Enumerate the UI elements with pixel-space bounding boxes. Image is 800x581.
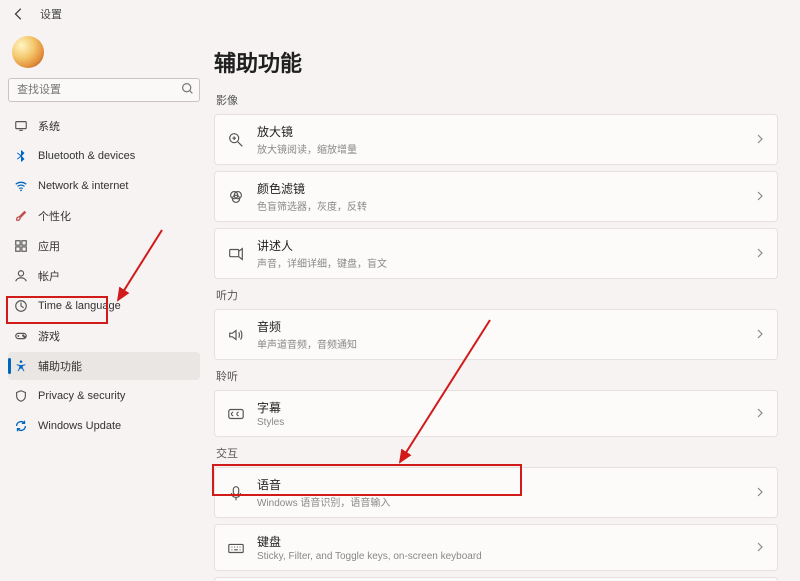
accessibility-icon: [14, 359, 28, 373]
card-keyboard[interactable]: 键盘 Sticky, Filter, and Toggle keys, on-s…: [214, 524, 778, 571]
chevron-right-icon: [755, 326, 765, 344]
card-title: 讲述人: [257, 237, 387, 254]
chevron-right-icon: [755, 405, 765, 423]
narrator-icon: [227, 245, 245, 263]
nav-label: Time & language: [38, 300, 121, 312]
audio-icon: [227, 326, 245, 344]
back-button[interactable]: [12, 7, 26, 21]
nav-time-language[interactable]: Time & language: [8, 292, 200, 320]
captions-icon: [227, 405, 245, 423]
card-sub: Sticky, Filter, and Toggle keys, on-scre…: [257, 551, 482, 562]
chevron-right-icon: [755, 245, 765, 263]
chevron-right-icon: [755, 539, 765, 557]
card-color-filters[interactable]: 颜色滤镜 色盲筛选器，灰度，反转: [214, 171, 778, 222]
system-icon: [14, 119, 28, 133]
card-mouse[interactable]: 鼠标 Mouse keys, speed, acceleration: [214, 577, 778, 581]
nav-network[interactable]: Network & internet: [8, 172, 200, 200]
nav-gaming[interactable]: 游戏: [8, 322, 200, 350]
nav-personalization[interactable]: 个性化: [8, 202, 200, 230]
card-title: 放大镜: [257, 123, 357, 140]
shield-icon: [14, 389, 28, 403]
card-title: 音频: [257, 318, 357, 335]
card-magnifier[interactable]: 放大镜 放大镜阅读，缩放增量: [214, 114, 778, 165]
main-content: 辅助功能 影像 放大镜 放大镜阅读，缩放增量 颜色滤镜 色盲筛选器，灰度，反转 …: [208, 28, 800, 581]
search-box[interactable]: [8, 78, 200, 102]
card-sub: 放大镜阅读，缩放增量: [257, 141, 357, 156]
card-title: 颜色滤镜: [257, 180, 367, 197]
window-title: 设置: [40, 6, 62, 22]
section-interact: 交互: [216, 445, 778, 461]
bluetooth-icon: [14, 149, 28, 163]
card-speech[interactable]: 语音 Windows 语音识别，语音输入: [214, 467, 778, 518]
section-vision: 影像: [216, 92, 778, 108]
nav-label: Windows Update: [38, 420, 121, 432]
nav-accounts[interactable]: 帐户: [8, 262, 200, 290]
nav-apps[interactable]: 应用: [8, 232, 200, 260]
wifi-icon: [14, 179, 28, 193]
nav-label: 游戏: [38, 328, 60, 344]
gamepad-icon: [14, 329, 28, 343]
nav-label: 辅助功能: [38, 358, 82, 374]
keyboard-icon: [227, 539, 245, 557]
nav-label: 应用: [38, 238, 60, 254]
card-captions[interactable]: 字幕 Styles: [214, 390, 778, 437]
brush-icon: [14, 209, 28, 223]
card-sub: Windows 语音识别，语音输入: [257, 494, 390, 509]
card-title: 键盘: [257, 533, 482, 550]
nav-label: 个性化: [38, 208, 71, 224]
nav-accessibility[interactable]: 辅助功能: [8, 352, 200, 380]
update-icon: [14, 419, 28, 433]
sidebar: 系统 Bluetooth & devices Network & interne…: [0, 28, 208, 581]
chevron-right-icon: [755, 484, 765, 502]
nav-label: Privacy & security: [38, 390, 125, 402]
page-title: 辅助功能: [214, 46, 778, 78]
card-sub: 色盲筛选器，灰度，反转: [257, 198, 367, 213]
chevron-right-icon: [755, 131, 765, 149]
nav-label: 系统: [38, 118, 60, 134]
avatar[interactable]: [12, 36, 44, 68]
magnifier-icon: [227, 131, 245, 149]
nav-label: Network & internet: [38, 180, 128, 192]
apps-icon: [14, 239, 28, 253]
card-title: 字幕: [257, 399, 284, 416]
section-hearing: 听力: [216, 287, 778, 303]
mic-icon: [227, 484, 245, 502]
nav-windows-update[interactable]: Windows Update: [8, 412, 200, 440]
card-title: 语音: [257, 476, 390, 493]
chevron-right-icon: [755, 188, 765, 206]
search-input[interactable]: [8, 78, 200, 102]
card-sub: 单声道音频，音频通知: [257, 336, 357, 351]
color-filter-icon: [227, 188, 245, 206]
nav-label: Bluetooth & devices: [38, 150, 135, 162]
card-narrator[interactable]: 讲述人 声音，详细详细，键盘，盲文: [214, 228, 778, 279]
nav-label: 帐户: [38, 268, 60, 284]
nav-privacy[interactable]: Privacy & security: [8, 382, 200, 410]
card-audio[interactable]: 音频 单声道音频，音频通知: [214, 309, 778, 360]
nav-bluetooth[interactable]: Bluetooth & devices: [8, 142, 200, 170]
card-sub: Styles: [257, 417, 284, 428]
person-icon: [14, 269, 28, 283]
card-sub: 声音，详细详细，键盘，盲文: [257, 255, 387, 270]
clock-icon: [14, 299, 28, 313]
search-icon: [181, 82, 194, 100]
nav-system[interactable]: 系统: [8, 112, 200, 140]
section-deaf: 聆听: [216, 368, 778, 384]
